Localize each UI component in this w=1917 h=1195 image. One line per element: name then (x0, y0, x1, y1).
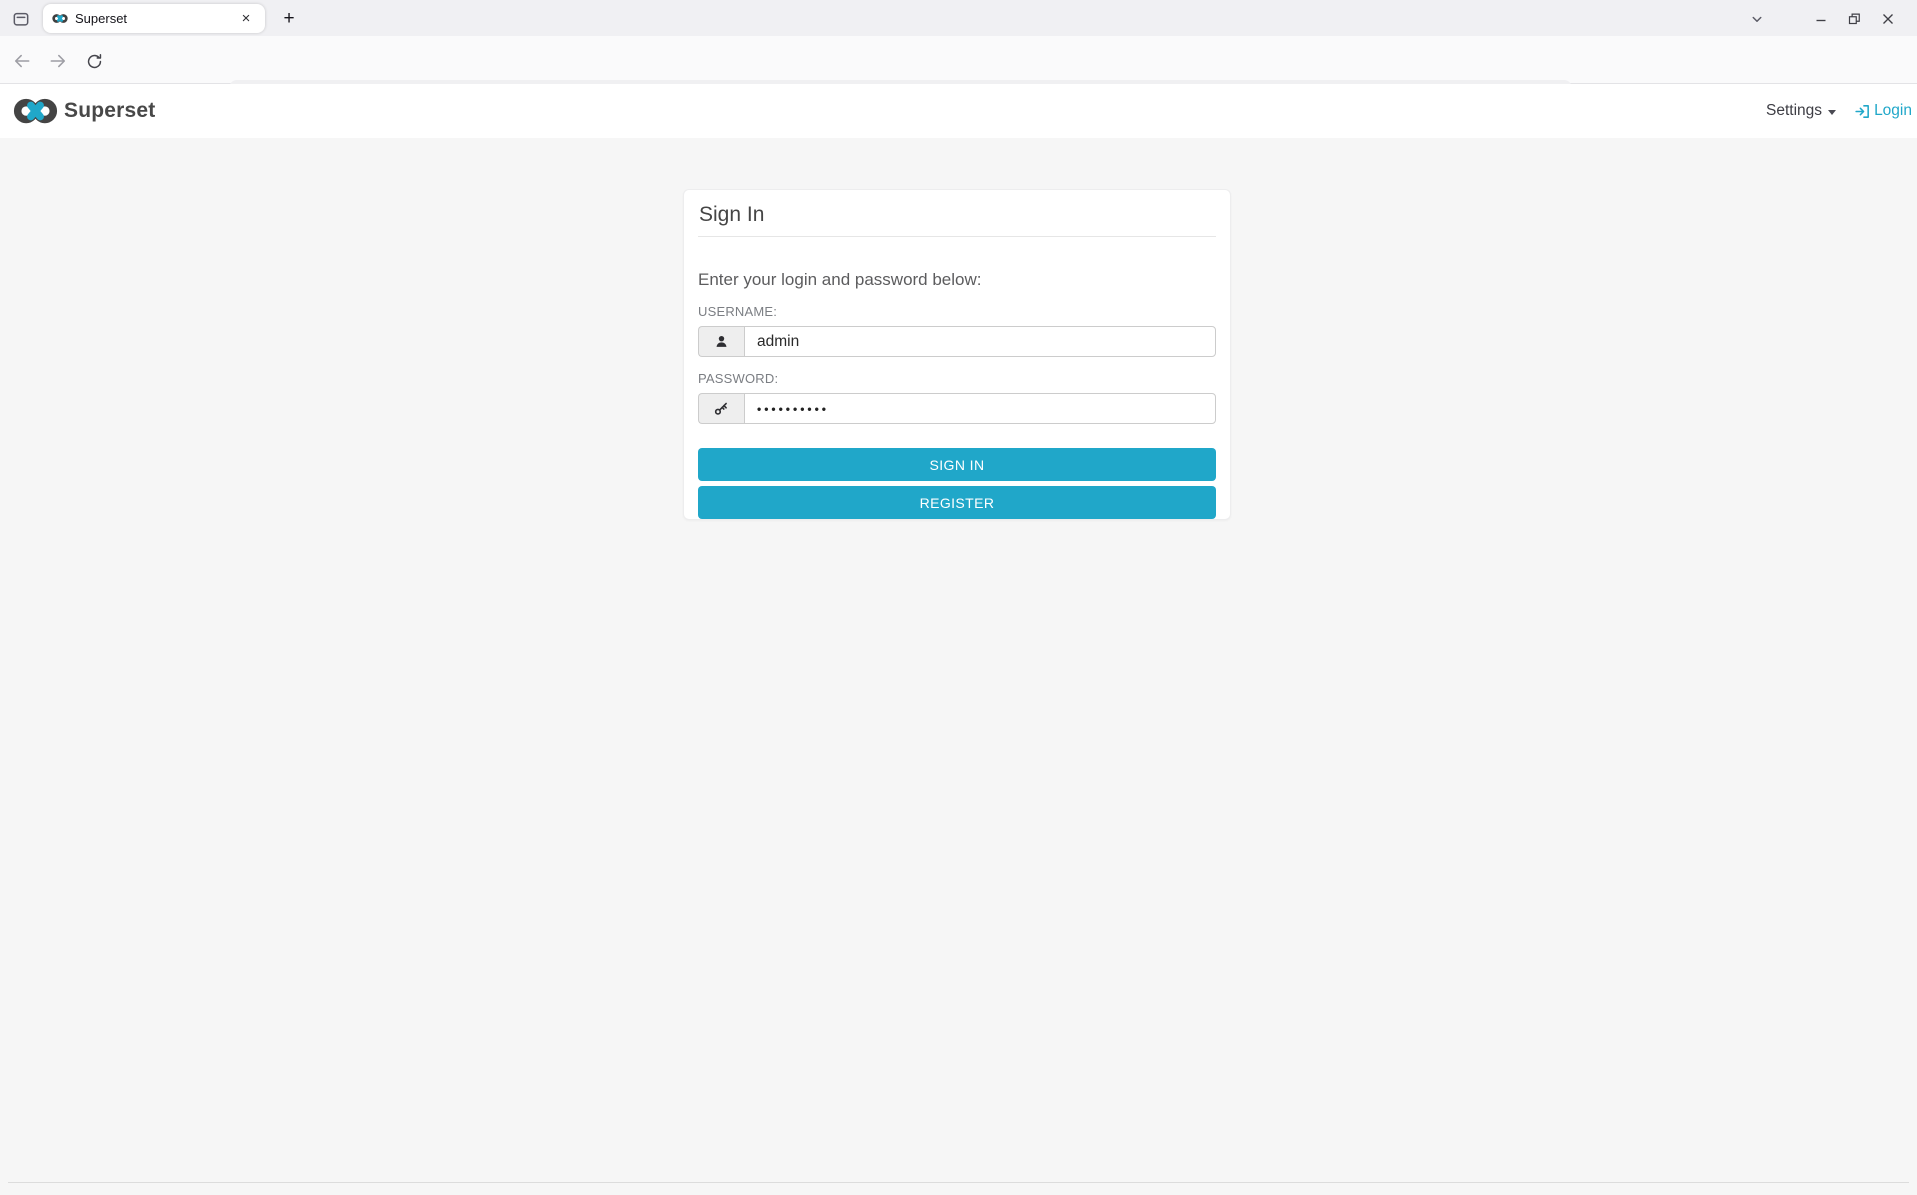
footer-divider (8, 1182, 1909, 1183)
card-divider (698, 236, 1216, 237)
app-header: Superset Settings Login (0, 84, 1917, 138)
browser-tab[interactable]: Superset × (43, 4, 265, 33)
instruction-text: Enter your login and password below: (698, 270, 1216, 290)
firefox-view-icon[interactable] (8, 6, 34, 32)
card-title: Sign In (698, 203, 1216, 227)
window-minimize-button[interactable] (1808, 6, 1834, 32)
forward-button[interactable] (45, 48, 71, 74)
brand-name: Superset (64, 99, 155, 123)
settings-menu[interactable]: Settings (1766, 102, 1836, 120)
sign-in-card: Sign In Enter your login and password be… (683, 189, 1231, 520)
new-tab-button[interactable]: + (276, 6, 302, 32)
window-restore-button[interactable] (1841, 6, 1867, 32)
password-label: PASSWORD: (698, 371, 1216, 386)
superset-infinity-icon (13, 97, 58, 125)
sign-in-button[interactable]: SIGN IN (698, 448, 1216, 481)
username-label: USERNAME: (698, 304, 1216, 319)
tab-title: Superset (75, 11, 236, 26)
list-tabs-chevron-icon[interactable] (1744, 6, 1770, 32)
navigation-toolbar: 172.18.0.2:31037/login/ ☆ (0, 36, 1917, 84)
settings-label: Settings (1766, 102, 1822, 120)
login-label: Login (1874, 102, 1912, 120)
password-input[interactable] (744, 393, 1216, 424)
password-input-group (698, 393, 1216, 424)
superset-favicon-icon (52, 13, 68, 24)
login-link[interactable]: Login (1854, 102, 1912, 120)
username-input[interactable] (744, 326, 1216, 357)
username-input-group (698, 326, 1216, 357)
user-icon (698, 326, 744, 357)
window-close-button[interactable] (1875, 6, 1901, 32)
chevron-down-icon (1828, 110, 1836, 115)
superset-logo[interactable]: Superset (13, 84, 155, 138)
browser-window: Superset × + (0, 0, 1917, 1195)
tab-bar: Superset × + (0, 0, 1917, 36)
key-icon (698, 393, 744, 424)
back-button[interactable] (9, 48, 35, 74)
tab-close-icon[interactable]: × (236, 9, 256, 29)
sign-in-icon (1854, 103, 1871, 120)
reload-button[interactable] (81, 48, 107, 74)
header-nav: Settings Login (1766, 84, 1912, 138)
register-button[interactable]: REGISTER (698, 486, 1216, 519)
